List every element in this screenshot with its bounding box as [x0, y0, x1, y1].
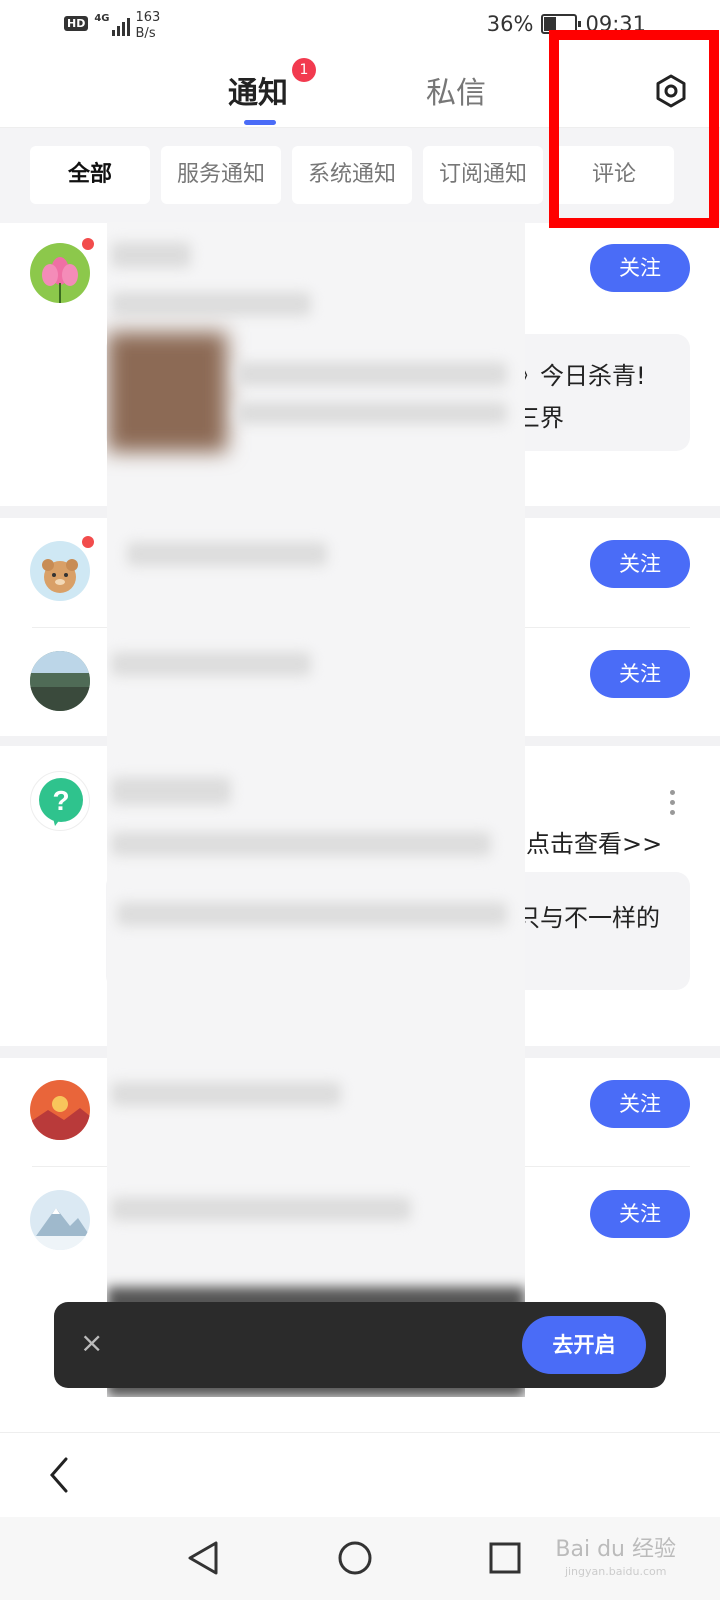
enable-button[interactable]: 去开启 [522, 1316, 646, 1374]
tab-dm[interactable]: 私信 [426, 68, 486, 112]
unread-dot [82, 536, 94, 548]
quote-line-1: 只与不一样的 [516, 904, 660, 932]
unread-dot [82, 238, 94, 250]
tab-active-indicator [244, 120, 276, 125]
back-icon[interactable] [46, 1455, 72, 1495]
watermark: Bai du 经验 jingyan.baidu.com [555, 1539, 676, 1583]
watermark-brand: Bai du 经验 [555, 1537, 676, 1562]
avatar[interactable] [30, 541, 90, 601]
close-icon[interactable]: × [80, 1326, 103, 1359]
hd-badge: HD [64, 16, 89, 31]
lotus-avatar-icon [42, 257, 78, 303]
speed-value: 163 [135, 10, 161, 25]
system-nav-bar: Bai du 经验 jingyan.baidu.com [0, 1517, 720, 1600]
filter-system[interactable]: 系统通知 [292, 146, 412, 204]
view-link[interactable]: 点击查看>> [526, 824, 662, 859]
notify-badge: 1 [292, 58, 316, 82]
network-type: 4G [94, 13, 110, 24]
scenery-avatar-icon [30, 651, 90, 711]
bear-avatar-icon [42, 559, 78, 593]
app-bottom-bar [0, 1432, 720, 1517]
follow-button[interactable]: 关注 [590, 244, 690, 292]
quote-line-1: 》今日杀青! [516, 362, 646, 390]
follow-button[interactable]: 关注 [590, 1190, 690, 1238]
more-options-icon[interactable] [670, 790, 676, 820]
tab-notify[interactable]: 通知 [228, 68, 288, 112]
watermark-url: jingyan.baidu.com [564, 1565, 667, 1578]
avatar[interactable] [30, 243, 90, 303]
nav-home-icon[interactable] [336, 1539, 374, 1577]
battery-percent: 36% [486, 12, 534, 36]
avatar[interactable]: ? [30, 771, 90, 831]
snow-mountain-avatar-icon [30, 1190, 90, 1250]
follow-button[interactable]: 关注 [590, 1080, 690, 1128]
signal-icon: 4G [94, 13, 130, 36]
avatar[interactable] [30, 651, 90, 711]
avatar[interactable] [30, 1190, 90, 1250]
toast-bar: × 去开启 [54, 1302, 666, 1388]
follow-button[interactable]: 关注 [590, 650, 690, 698]
filter-all[interactable]: 全部 [30, 146, 150, 204]
nav-back-icon[interactable] [186, 1539, 220, 1577]
blurred-region [107, 222, 525, 1397]
svg-text:?: ? [52, 785, 69, 816]
filter-service[interactable]: 服务通知 [161, 146, 281, 204]
follow-button[interactable]: 关注 [590, 540, 690, 588]
filter-subscribe[interactable]: 订阅通知 [423, 146, 543, 204]
avatar[interactable] [30, 1080, 90, 1140]
status-left: HD 4G 163 B/s [64, 10, 160, 42]
highlight-box [549, 30, 719, 228]
network-speed: 163 B/s [136, 10, 161, 42]
nav-recents-icon[interactable] [488, 1539, 522, 1577]
sunset-avatar-icon [30, 1080, 90, 1140]
question-icon: ? [39, 778, 83, 826]
speed-unit: B/s [135, 26, 156, 41]
